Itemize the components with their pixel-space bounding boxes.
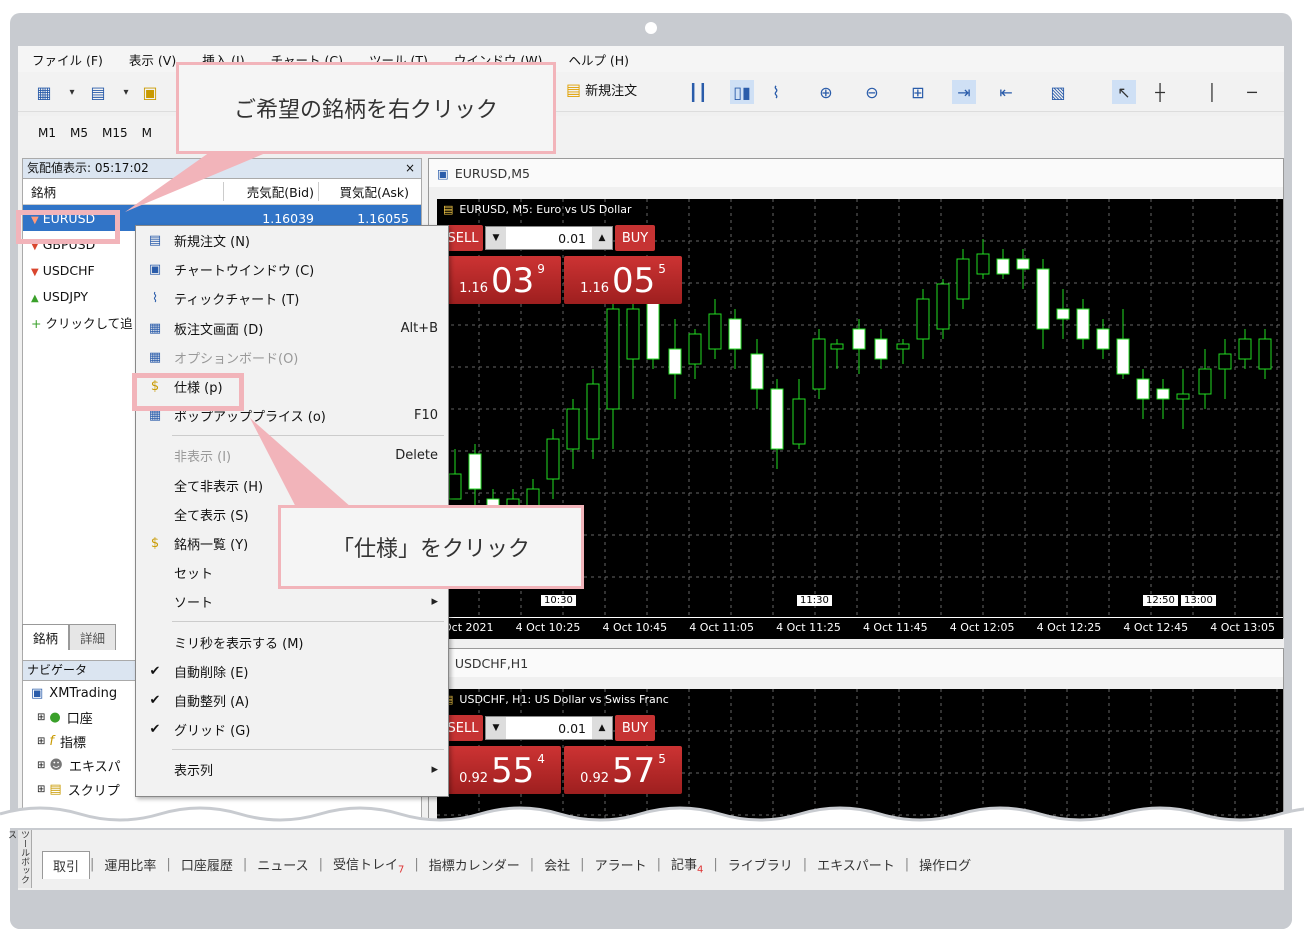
badge-count: 7: [397, 864, 405, 876]
terminal-tab-label: 指標カレンダー: [428, 859, 520, 875]
badge-count: 4: [696, 864, 704, 876]
terminal-tab-label: ライブラリ: [727, 859, 793, 875]
terminal-panel: ツールボックス 取引 | 運用比率 | 口座履歴 | ニュース | 受信トレイ7 | 指標カレンダー…: [6, 830, 1284, 890]
callout-right-click: ご希望の銘柄を右クリック: [176, 62, 556, 154]
terminal-tab[interactable]: 指標カレンダー: [419, 851, 530, 878]
toolbox-side-label: ツールボックス: [6, 830, 32, 888]
terminal-tab-label: 受信トレイ: [332, 858, 398, 873]
terminal-tab-label: 会社: [544, 859, 571, 875]
terminal-tab[interactable]: エキスパート: [807, 851, 905, 878]
terminal-tab-label: 運用比率: [104, 859, 157, 875]
terminal-tab[interactable]: 取引: [42, 850, 91, 879]
terminal-tab[interactable]: 運用比率: [94, 851, 166, 878]
terminal-tab-label: 口座履歴: [180, 859, 233, 875]
terminal-tab[interactable]: 口座履歴: [171, 851, 243, 878]
terminal-tabs: 取引 | 運用比率 | 口座履歴 | ニュース | 受信トレイ7 | 指標カレンダー | 会社 | アラート…: [42, 850, 981, 880]
terminal-tab[interactable]: ニュース: [247, 851, 318, 878]
terminal-tab[interactable]: 受信トレイ7: [323, 850, 414, 880]
terminal-tab-label: 記事: [670, 858, 697, 873]
terminal-tab-label: 取引: [53, 859, 80, 875]
callout-spec-click: 「仕様」をクリック: [278, 505, 584, 589]
terminal-tab[interactable]: 会社: [534, 851, 580, 878]
terminal-tab-label: アラート: [594, 859, 647, 875]
torn-edge: [0, 806, 1304, 830]
terminal-tab-label: 操作ログ: [919, 859, 972, 875]
terminal-tab[interactable]: ライブラリ: [718, 851, 803, 878]
terminal-tab-label: ニュース: [257, 859, 309, 875]
terminal-tab[interactable]: 操作ログ: [909, 851, 981, 878]
terminal-tab[interactable]: アラート: [585, 851, 657, 878]
terminal-tab[interactable]: 記事4: [661, 850, 713, 880]
terminal-tab-label: エキスパート: [817, 859, 895, 875]
